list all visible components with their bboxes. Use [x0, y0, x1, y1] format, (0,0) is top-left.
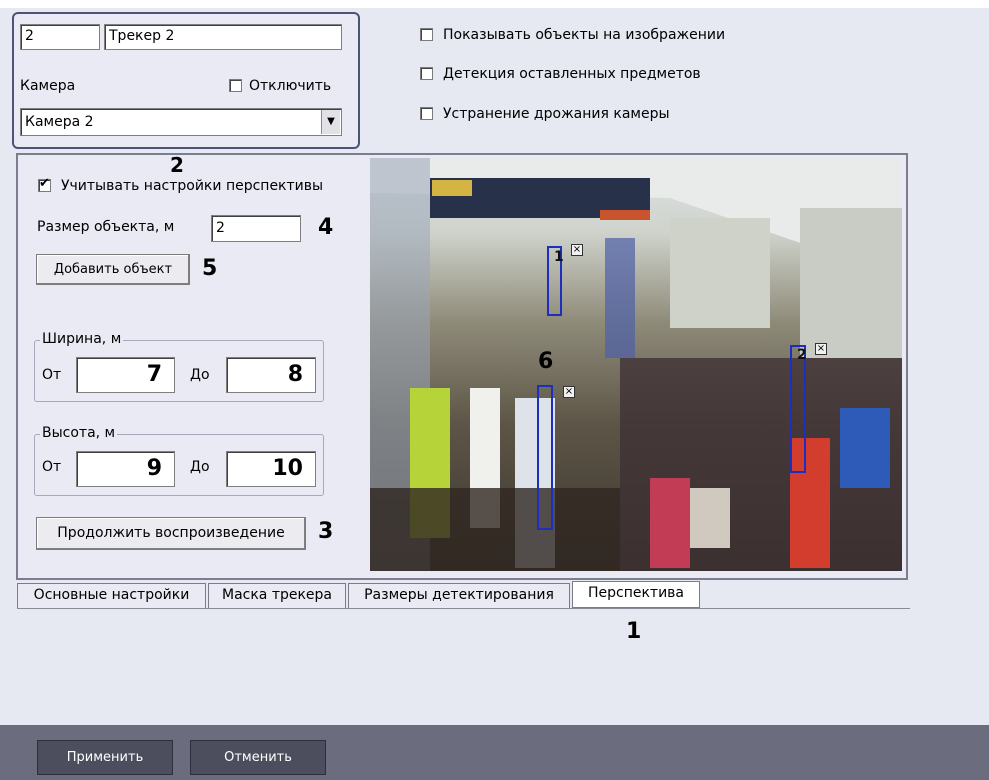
tab-detection-sizes[interactable]: Размеры детектирования [348, 583, 570, 608]
object-size-label: Размер объекта, м [37, 219, 175, 235]
height-from-label: От [42, 459, 62, 475]
height-to-label: До [190, 459, 210, 475]
tab-strip-divider [17, 608, 910, 609]
width-to-label: До [190, 367, 210, 383]
width-to-field[interactable]: 8 [226, 357, 316, 393]
camera-select-value: Камера 2 [25, 114, 94, 130]
object-size-field[interactable]: 2 [211, 215, 301, 242]
callout-3: 3 [318, 519, 334, 544]
stabilization-checkbox[interactable] [420, 107, 433, 120]
width-group-title: Ширина, м [40, 331, 124, 347]
tab-main-settings[interactable]: Основные настройки [17, 583, 206, 608]
cropped-heading [0, 0, 989, 8]
show-objects-label: Показывать объекты на изображении [443, 27, 726, 43]
tracked-object-label-1: 1 [554, 249, 564, 265]
width-from-field[interactable]: 7 [76, 357, 175, 393]
remove-object-icon[interactable]: × [563, 386, 575, 398]
left-objects-checkbox[interactable] [420, 67, 433, 80]
callout-2: 2 [170, 153, 184, 177]
apply-button[interactable]: Применить [37, 740, 173, 775]
stabilization-label: Устранение дрожания камеры [443, 106, 670, 122]
disable-checkbox[interactable] [229, 79, 242, 92]
show-objects-checkbox[interactable] [420, 28, 433, 41]
use-perspective-label: Учитывать настройки перспективы [61, 178, 324, 194]
tracker-name-field[interactable]: Трекер 2 [104, 24, 342, 50]
height-from-field[interactable]: 9 [76, 451, 175, 487]
height-group-title: Высота, м [40, 425, 118, 441]
use-perspective-checkbox[interactable] [38, 176, 51, 192]
callout-5: 5 [202, 256, 218, 281]
callout-1: 1 [626, 619, 642, 644]
callout-6: 6 [538, 349, 554, 374]
continue-playback-button[interactable]: Продолжить воспроизведение [36, 517, 306, 550]
tracked-object-box-2[interactable] [790, 345, 806, 473]
video-scene [370, 158, 902, 571]
new-object-box[interactable] [537, 385, 553, 530]
callout-4: 4 [318, 215, 334, 240]
cancel-button[interactable]: Отменить [190, 740, 326, 775]
tracked-object-label-2: 2 [797, 347, 807, 363]
chevron-down-icon[interactable]: ▼ [321, 110, 340, 134]
left-objects-label: Детекция оставленных предметов [443, 66, 701, 82]
camera-label: Камера [20, 78, 76, 94]
disable-label: Отключить [249, 78, 332, 94]
add-object-button[interactable]: Добавить объект [36, 254, 190, 285]
tracker-group: 2 Трекер 2 Камера Отключить Камера 2 ▼ [12, 12, 360, 149]
camera-video-preview[interactable]: 1 × 2 × × 6 [370, 158, 902, 571]
remove-object-icon[interactable]: × [815, 343, 827, 355]
camera-select[interactable]: Камера 2 ▼ [20, 108, 342, 136]
width-from-label: От [42, 367, 62, 383]
remove-object-icon[interactable]: × [571, 244, 583, 256]
tracker-id-field[interactable]: 2 [20, 24, 100, 50]
height-to-field[interactable]: 10 [226, 451, 316, 487]
tab-perspective[interactable]: Перспектива [572, 581, 700, 608]
tab-tracker-mask[interactable]: Маска трекера [208, 583, 346, 608]
